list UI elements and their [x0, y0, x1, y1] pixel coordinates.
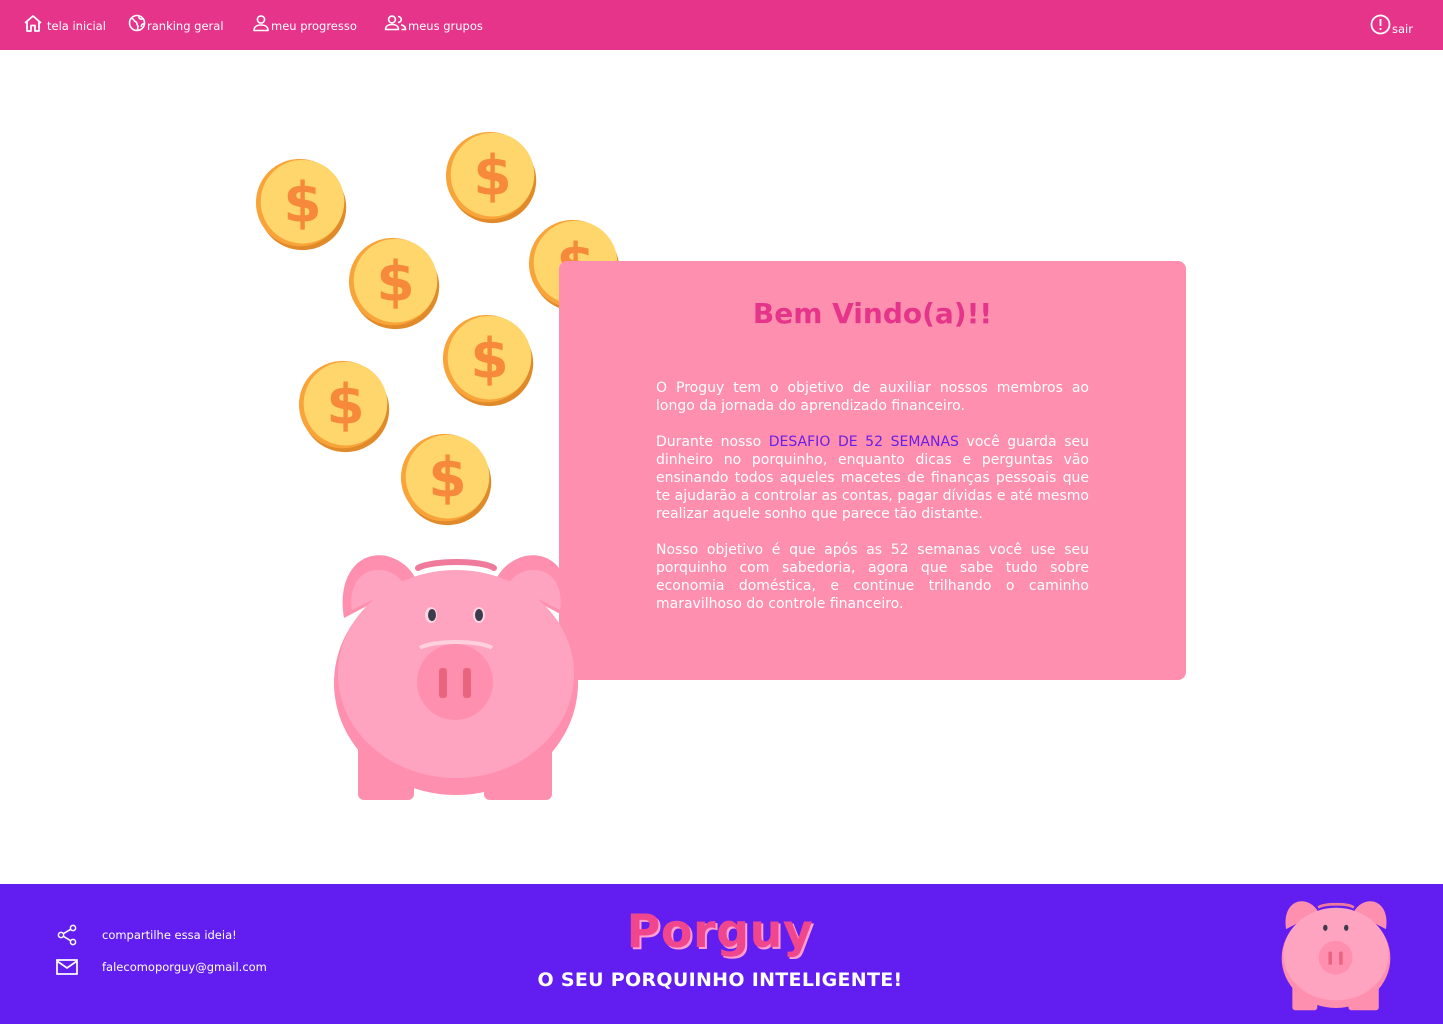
nav-label: meu progresso — [271, 19, 357, 33]
welcome-paragraph-2: Durante nosso DESAFIO DE 52 SEMANAS você… — [656, 433, 1089, 523]
logout-button[interactable]: sair — [1370, 14, 1413, 35]
email-link[interactable]: falecomoporguy@gmail.com — [55, 955, 267, 979]
group-icon — [384, 15, 407, 31]
piggy-logo-icon — [1281, 901, 1391, 1011]
globe-icon — [128, 14, 146, 32]
welcome-text: O Proguy tem o objetivo de auxiliar noss… — [656, 379, 1089, 631]
mail-icon — [55, 955, 79, 979]
nav-label: tela inicial — [47, 19, 106, 33]
coin-icon — [442, 314, 534, 407]
share-icon — [55, 923, 79, 947]
alert-circle-icon — [1370, 14, 1391, 35]
email-label: falecomoporguy@gmail.com — [102, 960, 267, 974]
coin-icon — [348, 237, 440, 330]
nav-item-ranking-geral[interactable]: ranking geral — [128, 14, 224, 32]
welcome-paragraph-1: O Proguy tem o objetivo de auxiliar noss… — [656, 380, 1089, 414]
logout-label: sair — [1392, 22, 1413, 36]
nav-label: ranking geral — [147, 19, 224, 33]
home-icon — [24, 15, 42, 32]
nav-item-meus-grupos[interactable]: meus grupos — [384, 14, 483, 32]
welcome-title: Bem Vindo(a)!! — [752, 297, 993, 330]
coin-icon — [255, 158, 347, 251]
nav-item-tela-inicial[interactable]: tela inicial — [23, 14, 106, 32]
coin-icon — [400, 433, 492, 526]
brand-name: Porguy — [626, 904, 814, 958]
person-icon — [253, 15, 269, 32]
share-link[interactable]: compartilhe essa ideia! — [55, 923, 237, 947]
coin-icon — [298, 360, 390, 453]
coin-icon — [445, 131, 537, 224]
share-label: compartilhe essa ideia! — [102, 928, 237, 942]
paragraph-prefix: Durante nosso — [656, 434, 769, 450]
footer: compartilhe essa ideia! falecomoporguy@g… — [0, 884, 1443, 1024]
piggy-bank-icon — [334, 555, 578, 800]
welcome-paragraph-3: Nosso objetivo é que após as 52 semanas … — [656, 542, 1089, 612]
brand-tagline: O SEU PORQUINHO INTELIGENTE! — [537, 969, 903, 991]
challenge-highlight: DESAFIO DE 52 SEMANAS — [768, 434, 959, 450]
welcome-card: Bem Vindo(a)!! O Proguy tem o objetivo d… — [559, 261, 1186, 680]
nav-label: meus grupos — [408, 19, 483, 33]
nav-item-meu-progresso[interactable]: meu progresso — [252, 14, 357, 32]
top-nav-bar: tela inicial ranking geral meu progresso… — [0, 0, 1443, 50]
